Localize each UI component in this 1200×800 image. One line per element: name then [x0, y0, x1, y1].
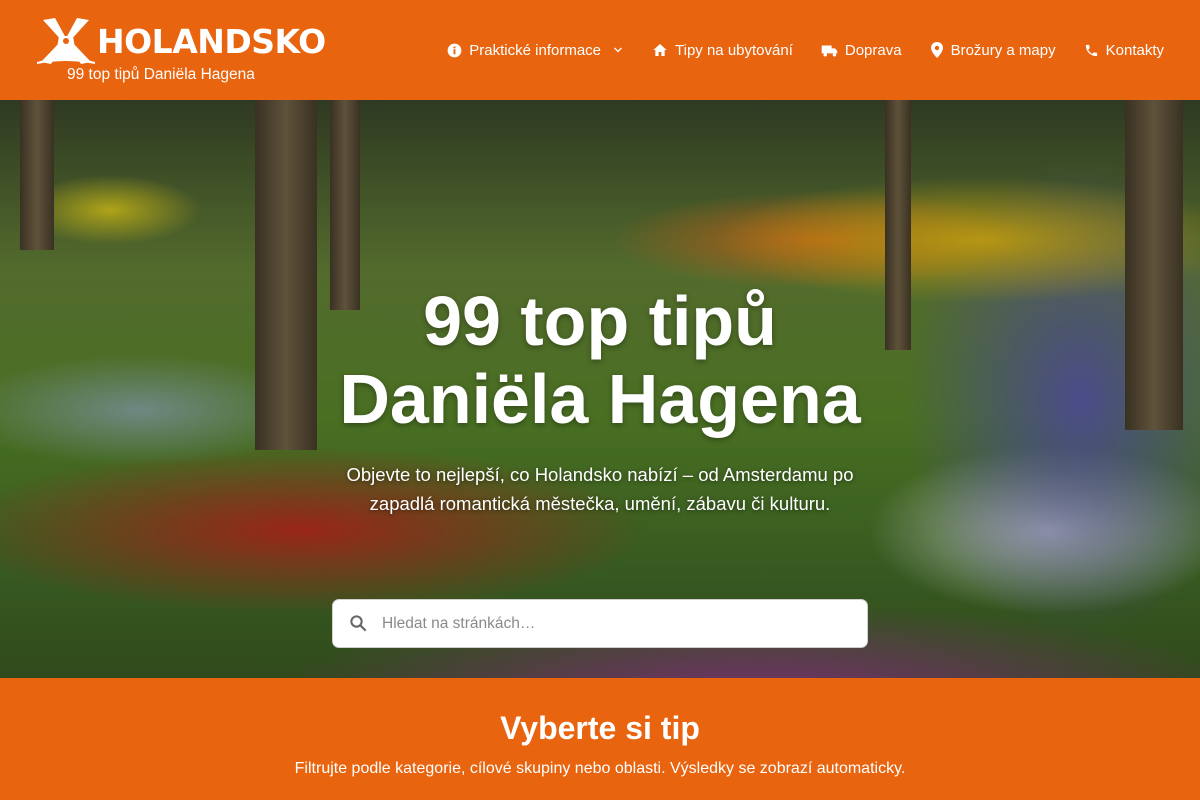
hero-title-line: 99 top tipů — [423, 282, 777, 360]
hero-subtitle-line: Objevte to nejlepší, co Holandsko nabízí… — [346, 464, 854, 485]
search-icon[interactable] — [349, 614, 368, 633]
nav-label: Kontakty — [1105, 41, 1164, 59]
nav-item-brochures-maps[interactable]: Brožury a mapy — [930, 42, 1056, 59]
hero-title: 99 top tipů Daniëla Hagena — [0, 282, 1200, 438]
nav-item-transport[interactable]: Doprava — [821, 42, 902, 59]
main-nav: Praktické informace Tipy na ubytování Do… — [447, 0, 1164, 100]
site-logo[interactable]: HOLANDSKO 99 top tipů Daniëla Hagena — [37, 14, 326, 86]
windmill-logo-icon — [37, 18, 95, 64]
nav-label: Praktické informace — [469, 41, 602, 59]
phone-icon — [1085, 44, 1097, 56]
hero-banner: 99 top tipů Daniëla Hagena Objevte to ne… — [0, 100, 1200, 678]
section-title: Vyberte si tip — [500, 710, 700, 746]
logo-tagline: 99 top tipů Daniëla Hagena — [67, 66, 255, 83]
tips-filter-section: Vyberte si tip Filtrujte podle kategorie… — [0, 678, 1200, 800]
nav-label: Brožury a mapy — [950, 41, 1056, 59]
hero-subtitle: Objevte to nejlepší, co Holandsko nabízí… — [330, 460, 870, 518]
home-icon — [653, 44, 667, 56]
site-header: HOLANDSKO 99 top tipů Daniëla Hagena Pra… — [0, 0, 1200, 100]
section-subtitle: Filtrujte podle kategorie, cílové skupin… — [294, 760, 906, 777]
logo-wordmark: HOLANDSKO — [97, 22, 326, 61]
hero-title-line: Daniëla Hagena — [339, 360, 861, 438]
hero-subtitle-line: zapadlá romantická městečka, umění, zába… — [369, 493, 831, 514]
info-icon — [447, 43, 462, 57]
truck-icon — [821, 45, 838, 57]
nav-item-accommodation[interactable]: Tipy na ubytování — [652, 42, 793, 59]
nav-item-contacts[interactable]: Kontakty — [1084, 42, 1164, 59]
map-pin-icon — [930, 42, 943, 58]
nav-label: Tipy na ubytování — [675, 41, 793, 59]
search-input[interactable] — [333, 600, 867, 647]
search-box — [332, 599, 868, 648]
nav-label: Doprava — [844, 41, 902, 59]
chevron-down-icon — [614, 47, 622, 53]
nav-item-practical-info[interactable]: Praktické informace — [447, 42, 624, 59]
